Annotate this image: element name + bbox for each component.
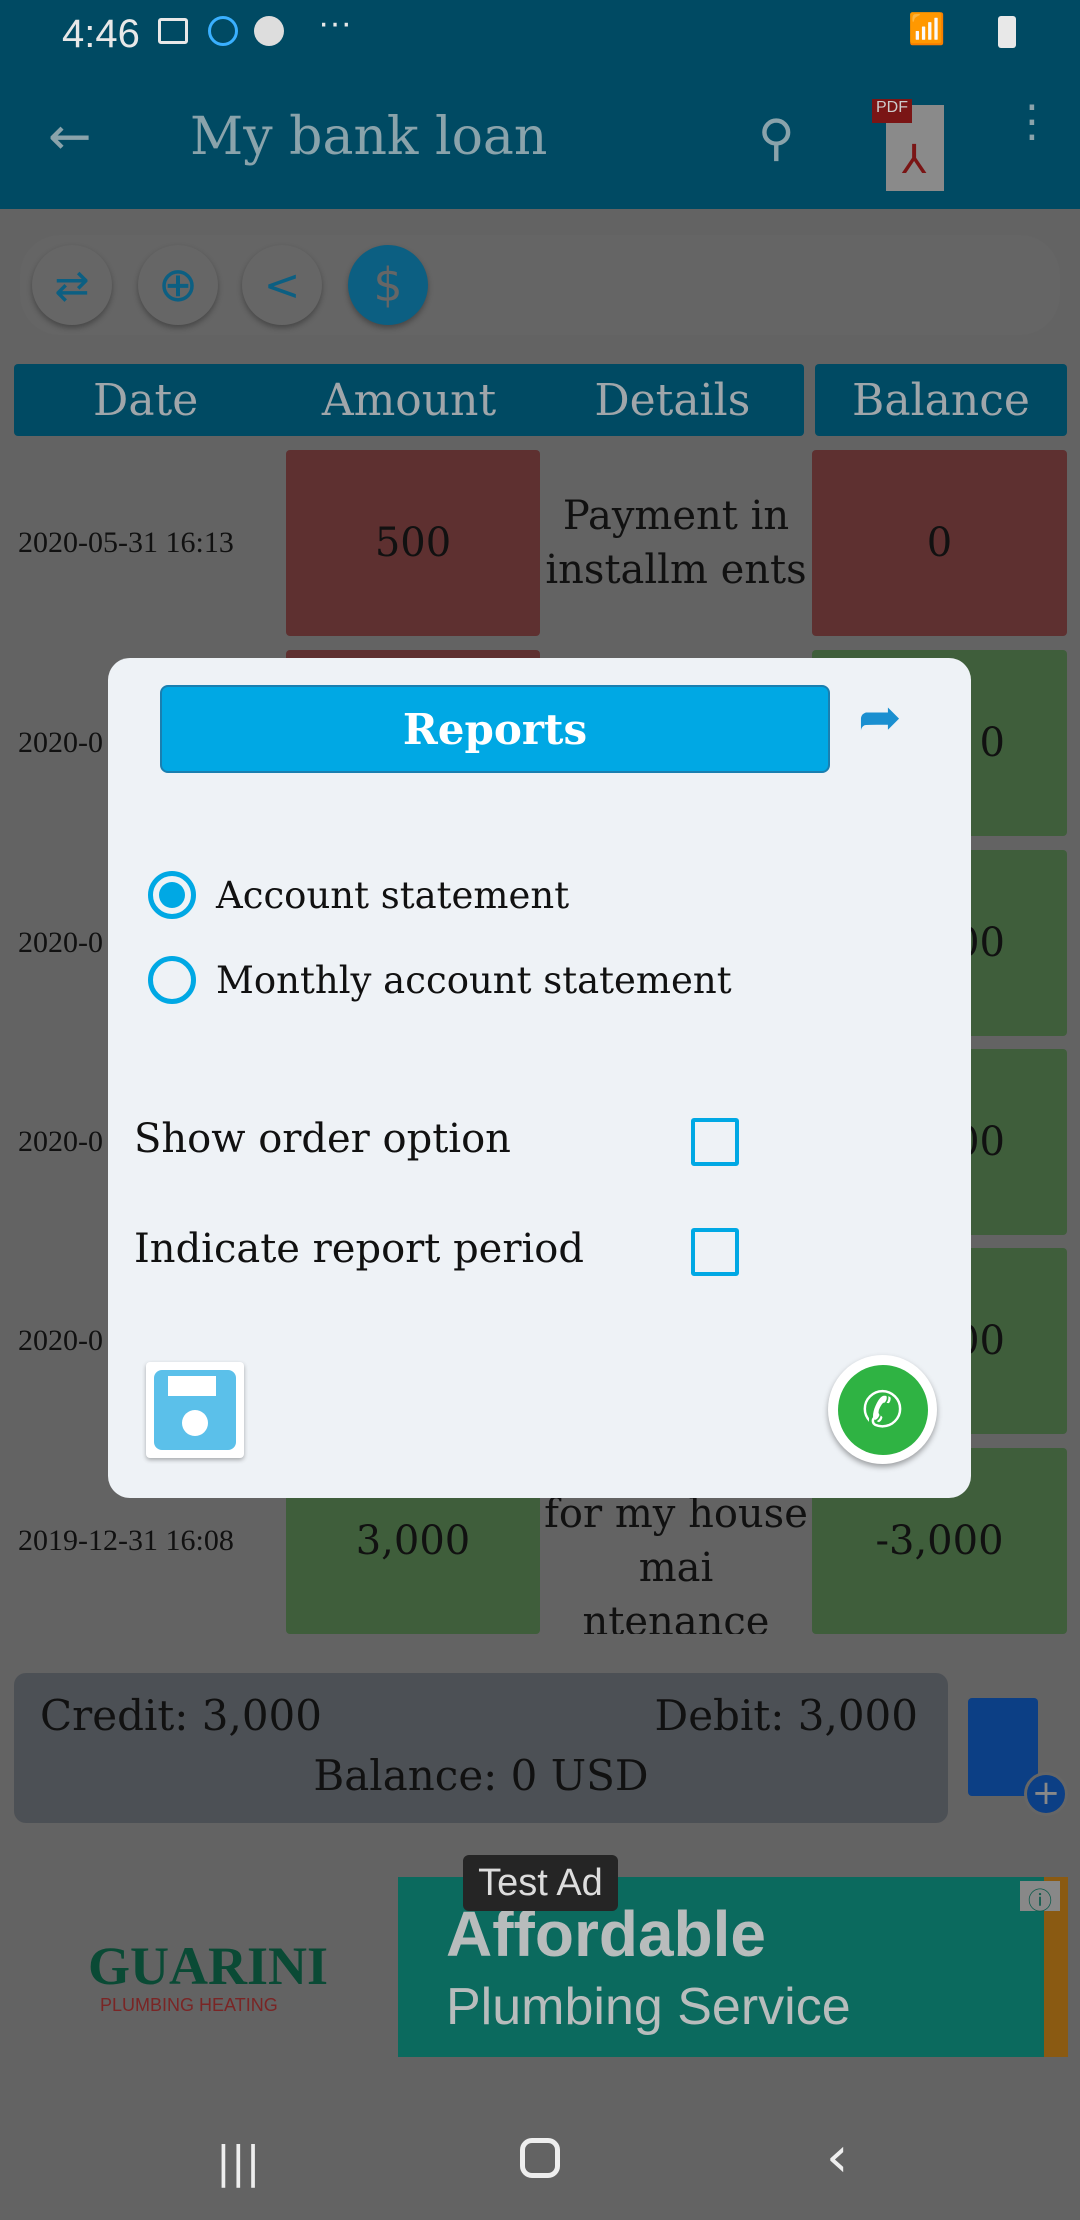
ad-logo: GUARINI	[88, 1936, 329, 1996]
credit-total: Credit: 3,000	[40, 1691, 323, 1740]
share-forward-icon[interactable]: ➦	[858, 688, 902, 748]
status-bar: 4:46 ··· 📶	[0, 0, 1080, 85]
search-icon[interactable]: ⚲	[758, 109, 795, 167]
app-bar: ← My bank loan ⚲ PDF ⅄ ⋮	[0, 85, 1080, 209]
table-header: Date Amount Details	[14, 364, 804, 436]
home-icon[interactable]	[520, 2138, 560, 2178]
table-row[interactable]: 2020-05-31 16:13 500 Payment in installm…	[0, 450, 1080, 648]
table-header-balance: Balance	[815, 364, 1067, 436]
status-time: 4:46	[62, 12, 140, 56]
show-order-checkbox[interactable]	[691, 1118, 739, 1166]
imo-icon	[208, 16, 238, 46]
ad-banner[interactable]: GUARINI PLUMBING HEATING Affordable Plum…	[0, 1850, 1080, 2080]
back-arrow-icon[interactable]: ←	[48, 107, 92, 167]
recent-apps-icon[interactable]: |||	[216, 2137, 260, 2188]
new-file-icon[interactable]: +	[968, 1698, 1068, 1816]
radio-account-statement[interactable]: Account statement	[148, 871, 569, 919]
report-period-checkbox[interactable]	[691, 1228, 739, 1276]
ad-logo-sub: PLUMBING HEATING	[100, 1995, 278, 2015]
header-amount[interactable]: Amount	[277, 375, 540, 426]
header-date[interactable]: Date	[14, 375, 277, 426]
row-date: 2020-05-31 16:13	[18, 526, 234, 559]
radio-label: Account statement	[216, 873, 570, 917]
row-balance: 0	[812, 450, 1067, 636]
report-period-label: Indicate report period	[134, 1226, 584, 1272]
whatsapp-icon[interactable]: ✆	[828, 1355, 937, 1464]
overflow-menu-icon[interactable]: ⋮	[1010, 100, 1054, 144]
debit-total: Debit: 3,000	[654, 1691, 918, 1740]
header-balance[interactable]: Balance	[815, 375, 1067, 426]
radio-button[interactable]	[148, 871, 196, 919]
gallery-icon	[158, 18, 188, 44]
reports-dialog: Reports ➦ Account statement Monthly acco…	[108, 658, 971, 1498]
page-title: My bank loan	[190, 107, 548, 167]
show-order-label: Show order option	[134, 1116, 511, 1162]
more-notifications-icon: ···	[318, 4, 352, 42]
radio-monthly-statement[interactable]: Monthly account statement	[148, 956, 732, 1004]
pdf-label: PDF	[872, 99, 912, 123]
action-toolbar: ⇄ ⊕ < $	[20, 235, 1060, 335]
currency-icon[interactable]: $	[348, 245, 428, 325]
header-details[interactable]: Details	[541, 375, 804, 426]
balance-total: Balance: 0 USD	[313, 1751, 649, 1800]
radio-label: Monthly account statement	[216, 958, 732, 1002]
swap-arrows-icon[interactable]: ⇄	[32, 245, 112, 325]
share-icon[interactable]: <	[242, 245, 322, 325]
radio-button[interactable]	[148, 956, 196, 1004]
save-icon[interactable]	[146, 1362, 244, 1458]
reports-title-button[interactable]: Reports	[160, 685, 830, 773]
test-ad-badge: Test Ad	[463, 1855, 618, 1911]
add-alarm-icon[interactable]: ⊕	[138, 245, 218, 325]
row-amount: 500	[286, 450, 540, 636]
battery-icon	[998, 16, 1016, 48]
ad-info-icon[interactable]: ⓘ	[1020, 1881, 1060, 1915]
summary-box: Credit: 3,000 Debit: 3,000 Balance: 0 US…	[14, 1673, 948, 1823]
pdf-export-icon[interactable]: PDF ⅄	[872, 99, 948, 195]
ad-subline: Plumbing Service	[446, 1978, 851, 2036]
back-nav-icon[interactable]: ‹	[826, 2125, 848, 2190]
app-notification-icon	[254, 16, 284, 46]
wifi-icon: 📶	[908, 13, 946, 46]
system-nav-bar: ||| ‹	[0, 2095, 1080, 2220]
row-details: Payment in installm ents	[545, 493, 807, 593]
